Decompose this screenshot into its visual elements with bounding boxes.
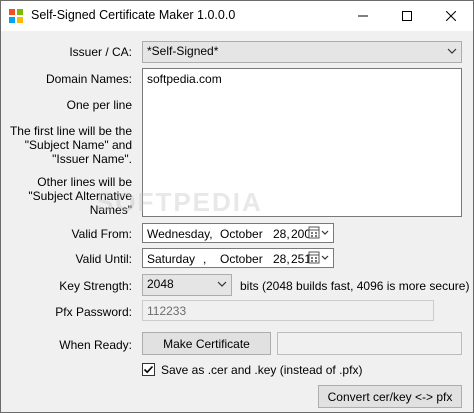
pfx-password-input[interactable]: 112233 — [142, 300, 434, 321]
app-icon — [9, 9, 23, 23]
valid-until-comma: , — [203, 252, 207, 266]
domain-names-label: Domain Names: — [45, 72, 132, 86]
valid-from-label: Valid From: — [71, 227, 132, 241]
valid-from-day: 28, — [273, 227, 290, 241]
one-per-line-label: One per line — [66, 98, 132, 112]
valid-from-month: October — [220, 227, 263, 241]
calendar-dropdown-icon[interactable] — [308, 251, 330, 265]
help-first-line-1: The first line will be the — [9, 124, 132, 138]
make-certificate-button[interactable]: Make Certificate — [142, 332, 271, 355]
key-strength-dropdown[interactable]: 2048 — [142, 274, 232, 296]
chevron-down-icon — [447, 48, 457, 54]
valid-until-day: 28, — [273, 252, 290, 266]
window-title: Self-Signed Certificate Maker 1.0.0.0 — [31, 8, 236, 22]
checkmark-icon — [143, 365, 154, 374]
valid-until-month: October — [220, 252, 263, 266]
when-ready-label: When Ready: — [59, 338, 132, 352]
valid-until-weekday: Saturday — [147, 252, 196, 266]
valid-until-picker[interactable]: Saturday , October 28, 2519 — [142, 248, 334, 268]
save-cer-key-checkbox[interactable] — [142, 363, 155, 376]
valid-from-weekday: Wednesday, — [147, 227, 213, 241]
chevron-down-icon — [217, 281, 227, 287]
app-window: Self-Signed Certificate Maker 1.0.0.0 Is… — [0, 0, 474, 413]
key-strength-label: Key Strength: — [59, 279, 132, 293]
convert-cer-pfx-label: Convert cer/key <-> pfx — [327, 389, 453, 404]
key-strength-value: 2048 — [147, 277, 174, 291]
key-strength-note: bits (2048 builds fast, 4096 is more sec… — [240, 279, 470, 293]
issuer-value: *Self-Signed* — [147, 44, 219, 58]
progress-bar — [277, 332, 462, 355]
convert-cer-pfx-button[interactable]: Convert cer/key <-> pfx — [318, 385, 462, 408]
domain-names-value: softpedia.com — [147, 72, 222, 86]
title-bar: Self-Signed Certificate Maker 1.0.0.0 — [1, 1, 473, 31]
help-first-line-2: "Subject Name" and — [24, 138, 132, 152]
pfx-password-label: Pfx Password: — [55, 305, 132, 319]
maximize-icon — [402, 11, 412, 21]
issuer-label: Issuer / CA: — [69, 45, 132, 59]
make-certificate-label: Make Certificate — [163, 336, 250, 351]
maximize-button[interactable] — [385, 1, 429, 31]
calendar-dropdown-icon[interactable] — [308, 226, 330, 240]
watermark: SOFTPEDIA — [96, 187, 263, 217]
save-cer-key-label: Save as .cer and .key (instead of .pfx) — [161, 363, 363, 377]
minimize-icon — [358, 15, 368, 17]
valid-until-label: Valid Until: — [75, 252, 132, 266]
close-icon — [446, 11, 456, 21]
valid-from-picker[interactable]: Wednesday, October 28, 2009 — [142, 223, 334, 243]
minimize-button[interactable] — [341, 1, 385, 31]
pfx-password-value: 112233 — [147, 304, 187, 318]
issuer-dropdown[interactable]: *Self-Signed* — [142, 41, 462, 63]
help-first-line-3: "Issuer Name". — [52, 152, 132, 166]
close-button[interactable] — [429, 1, 473, 31]
